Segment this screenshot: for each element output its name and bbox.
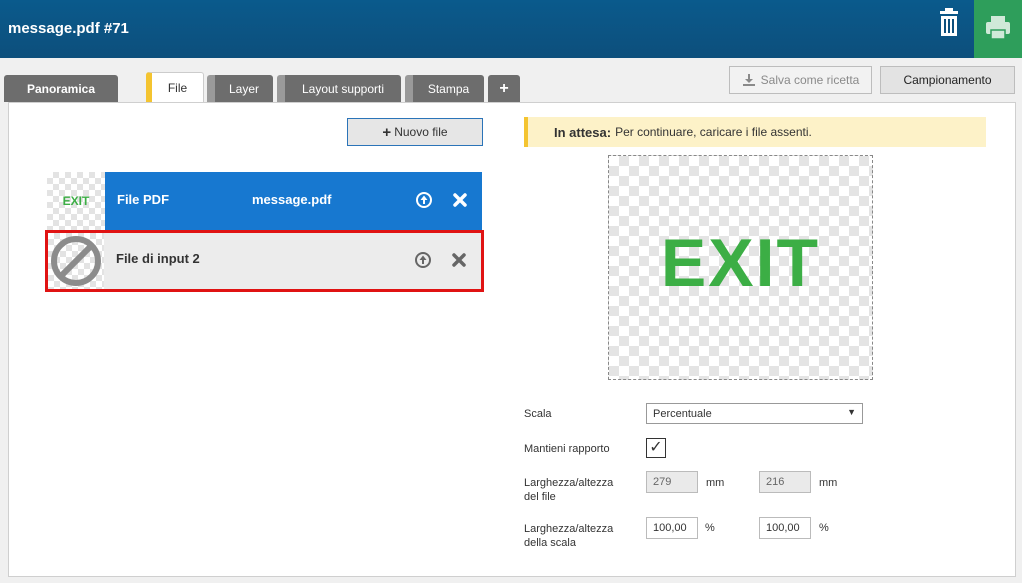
save-recipe-label: Salva come ricetta xyxy=(760,73,860,87)
status-title: In attesa: xyxy=(554,124,612,140)
scale-height-field[interactable]: 100,00 xyxy=(759,517,811,539)
file-height-field: 216 xyxy=(759,471,811,493)
file-width-unit: mm xyxy=(706,477,725,489)
thumbnail-text: EXIT xyxy=(62,194,90,208)
app-header: message.pdf #71 xyxy=(0,0,1022,58)
scale-size-label-line-1: Larghezza/altezza xyxy=(524,523,614,535)
print-button[interactable] xyxy=(974,0,1022,58)
scale-select-value: Percentuale xyxy=(653,407,712,420)
scale-select[interactable]: Percentuale ▼ xyxy=(646,403,863,424)
file-size-label-line-2: del file xyxy=(524,491,556,503)
missing-file-thumbnail xyxy=(48,233,104,289)
new-file-button[interactable]: + Nuovo file xyxy=(347,118,483,146)
scale-label: Scala xyxy=(524,408,552,420)
trash-icon xyxy=(940,8,958,36)
status-banner: In attesa: Per continuare, caricare i fi… xyxy=(524,117,986,147)
file-row-input-2[interactable]: File di input 2 xyxy=(45,230,484,292)
file-row-label: File di input 2 xyxy=(116,251,200,266)
upload-icon[interactable] xyxy=(415,191,433,209)
file-row-label: File PDF xyxy=(117,192,170,207)
preview-text: EXIT xyxy=(660,225,821,301)
file-row-pdf[interactable]: EXIT File PDF message.pdf xyxy=(47,172,482,230)
chevron-down-icon: ▼ xyxy=(847,407,856,417)
printer-icon xyxy=(986,16,1010,40)
new-file-label: Nuovo file xyxy=(394,125,448,139)
keep-ratio-checkbox[interactable]: ✓ xyxy=(646,438,666,458)
file-row-filename: message.pdf xyxy=(252,192,332,207)
plus-icon: + xyxy=(382,123,392,141)
page-title: message.pdf #71 xyxy=(8,20,129,37)
tab-layout-supporti[interactable]: Layout supporti xyxy=(277,75,401,102)
scale-size-label-line-2: della scala xyxy=(524,537,576,549)
sampling-button[interactable]: Campionamento xyxy=(880,66,1015,94)
file-height-unit: mm xyxy=(819,477,838,489)
close-icon[interactable] xyxy=(450,251,468,269)
prohibited-icon xyxy=(51,236,101,286)
delete-button[interactable] xyxy=(934,8,964,44)
tab-panoramica[interactable]: Panoramica xyxy=(4,75,118,102)
file-size-label-line-1: Larghezza/altezza xyxy=(524,477,614,489)
file-preview: EXIT xyxy=(608,155,873,380)
scale-height-unit: % xyxy=(819,522,829,534)
tab-layer[interactable]: Layer xyxy=(207,75,273,102)
scale-size-label: Larghezza/altezza della scala xyxy=(524,522,613,550)
upload-icon[interactable] xyxy=(414,251,432,269)
file-size-label: Larghezza/altezza del file xyxy=(524,476,613,504)
scale-width-unit: % xyxy=(705,522,715,534)
save-recipe-button[interactable]: Salva come ricetta xyxy=(729,66,872,94)
status-message: Per continuare, caricare i file assenti. xyxy=(615,125,812,139)
keep-ratio-label: Mantieni rapporto xyxy=(524,443,610,455)
close-icon[interactable] xyxy=(451,191,469,209)
file-width-field: 279 xyxy=(646,471,698,493)
scale-width-field[interactable]: 100,00 xyxy=(646,517,698,539)
add-tab-button[interactable]: + xyxy=(488,75,520,102)
download-icon xyxy=(742,74,755,86)
tab-stampa[interactable]: Stampa xyxy=(405,75,484,102)
tab-file[interactable]: File xyxy=(146,72,204,103)
file-thumbnail: EXIT xyxy=(47,172,105,230)
